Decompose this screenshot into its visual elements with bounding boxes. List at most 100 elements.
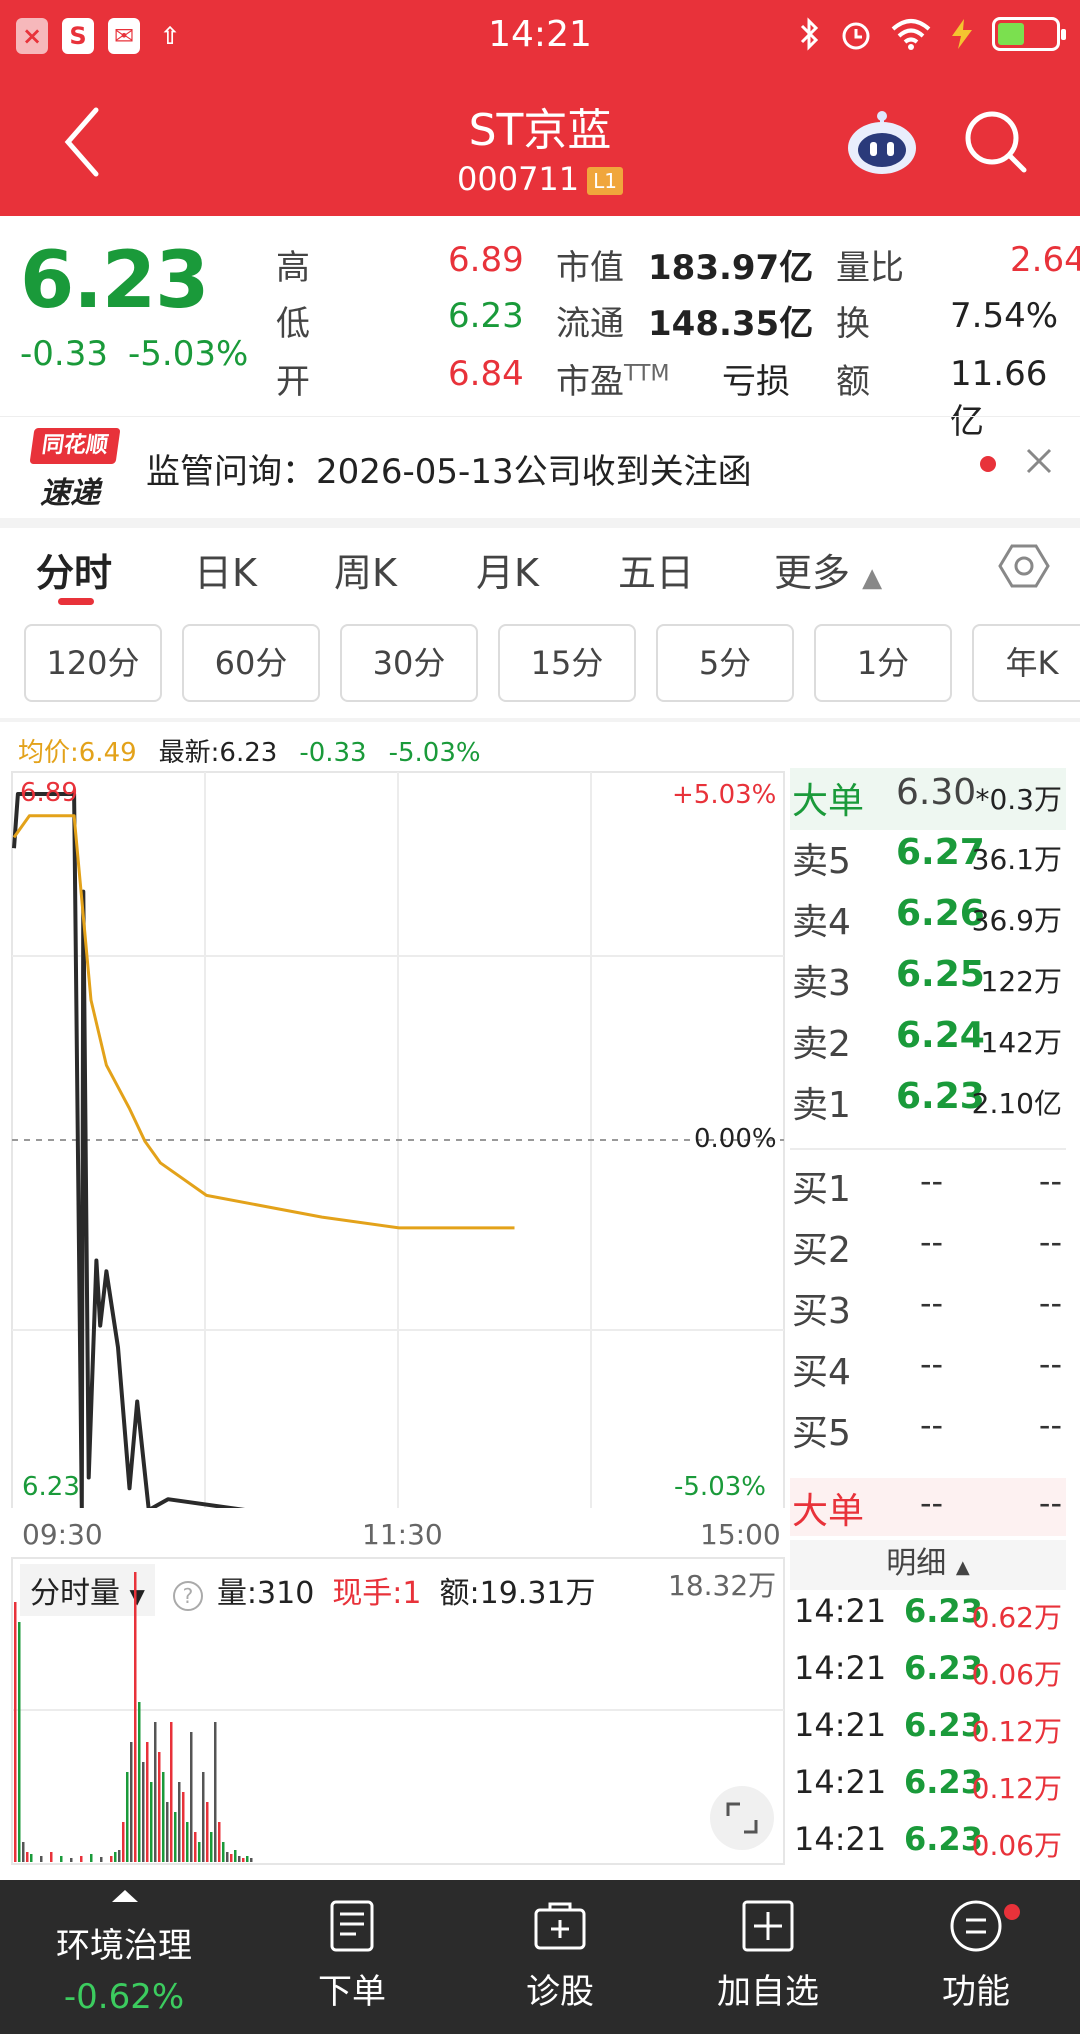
- triangle-up-icon: ▲: [862, 563, 883, 593]
- big-order-volume: *0.3万: [975, 783, 1062, 816]
- ask-label: 卖2: [792, 1024, 851, 1065]
- ask-volume: 122万: [980, 965, 1062, 998]
- tab-weekly-k[interactable]: 周K: [334, 542, 397, 597]
- bid-volume: --: [1038, 1223, 1062, 1261]
- chip-120min[interactable]: 120分: [24, 624, 162, 702]
- time-mid: 11:30: [362, 1518, 443, 1551]
- ask-row[interactable]: 卖4 6.26 36.9万: [790, 893, 1066, 953]
- volume-bar: [142, 1762, 145, 1862]
- functions-label: 功能: [942, 1972, 1010, 2012]
- close-icon[interactable]: [1022, 444, 1056, 478]
- ask-row[interactable]: 卖3 6.25 122万: [790, 954, 1066, 1014]
- ask-volume: 36.1万: [971, 843, 1062, 876]
- add-watchlist-button[interactable]: 加自选: [668, 1898, 868, 2013]
- price-change: -0.33 -5.03%: [20, 334, 248, 374]
- current-price: 6.23: [20, 236, 209, 326]
- price-line: [12, 792, 515, 1508]
- tab-five-day[interactable]: 五日: [618, 542, 694, 597]
- tab-more-label: 更多: [774, 551, 851, 595]
- time-start: 09:30: [22, 1518, 103, 1551]
- functions-button[interactable]: 功能: [876, 1898, 1076, 2013]
- news-headline[interactable]: 监管问询：2026-05-13公司收到关注函: [146, 444, 752, 493]
- order-button[interactable]: 下单: [252, 1898, 452, 2013]
- robot-assistant-icon[interactable]: [844, 106, 920, 176]
- fullscreen-icon[interactable]: [710, 1786, 774, 1850]
- bid-label: 买1: [792, 1169, 851, 1210]
- ticks-header-label: 明细: [886, 1546, 947, 1581]
- chip-1min[interactable]: 1分: [814, 624, 952, 702]
- tab-intraday[interactable]: 分时: [36, 542, 112, 597]
- volume-bar: [40, 1856, 43, 1862]
- bid-row[interactable]: 买1 -- --: [790, 1160, 1066, 1220]
- tick-row: 14:21 6.23 0.06万: [790, 1649, 1066, 1705]
- sector-change: -0.62%: [63, 1977, 185, 2017]
- volume-bar: [70, 1858, 73, 1862]
- low-label: 低: [276, 304, 310, 344]
- intraday-chart[interactable]: [0, 768, 790, 1508]
- tab-monthly-k[interactable]: 月K: [476, 542, 539, 597]
- axis-bottom-price: 6.23: [22, 1472, 80, 1502]
- chip-year-k[interactable]: 年K: [972, 624, 1080, 702]
- chip-5min[interactable]: 5分: [656, 624, 794, 702]
- bid-label: 买5: [792, 1413, 851, 1454]
- volume-bar: [90, 1854, 93, 1862]
- ask-price: 6.25: [896, 954, 985, 995]
- volume-bar: [26, 1852, 29, 1862]
- legend-avg: 均价:6.49: [18, 738, 137, 768]
- legend-latest: 最新:6.23: [158, 738, 278, 768]
- ask-row[interactable]: 卖2 6.24 142万: [790, 1015, 1066, 1075]
- ask-row[interactable]: 卖5 6.27 36.1万: [790, 832, 1066, 892]
- volume-bar: [198, 1842, 201, 1862]
- volume-bar: [234, 1850, 237, 1862]
- tick-volume: 0.06万: [971, 1829, 1062, 1862]
- volume-bar: [170, 1722, 173, 1862]
- change-value: -0.33: [20, 334, 108, 374]
- pe-label: 市盈TTM: [556, 354, 669, 403]
- bid-volume: --: [1038, 1406, 1062, 1444]
- ask-row[interactable]: 卖1 6.23 2.10亿: [790, 1076, 1066, 1136]
- tick-volume: 0.06万: [971, 1658, 1062, 1691]
- volume-bar: [178, 1782, 181, 1862]
- volume-bar: [18, 1622, 21, 1862]
- chip-15min[interactable]: 15分: [498, 624, 636, 702]
- pe-label-text: 市盈: [556, 362, 624, 402]
- volume-bar: [14, 1602, 17, 1862]
- volume-bar: [202, 1772, 205, 1862]
- bid-row[interactable]: 买5 -- --: [790, 1404, 1066, 1464]
- settings-icon[interactable]: [998, 540, 1050, 592]
- ask-label: 卖1: [792, 1085, 851, 1126]
- bid-row[interactable]: 买4 -- --: [790, 1343, 1066, 1403]
- bid-row[interactable]: 买3 -- --: [790, 1282, 1066, 1342]
- tab-daily-k[interactable]: 日K: [194, 542, 257, 597]
- chip-60min[interactable]: 60分: [182, 624, 320, 702]
- search-icon[interactable]: [962, 108, 1030, 176]
- bid-row[interactable]: 买2 -- --: [790, 1221, 1066, 1281]
- active-tab-indicator: [58, 598, 94, 605]
- volume-bar: [130, 1742, 133, 1862]
- battery-icon: [992, 17, 1066, 51]
- big-order-2-price: --: [920, 1484, 944, 1522]
- big-order-2-volume: --: [1038, 1484, 1062, 1522]
- ask-price: 6.24: [896, 1015, 985, 1056]
- sector-button[interactable]: 环境治理 -0.62%: [24, 1880, 224, 2017]
- volume-bar: [186, 1822, 189, 1862]
- news-logo-top: 同花顺: [29, 428, 121, 464]
- tab-more[interactable]: 更多 ▲: [774, 542, 882, 597]
- volume-bar: [150, 1782, 153, 1862]
- news-logo-bottom: 速递: [40, 476, 100, 511]
- chip-30min[interactable]: 30分: [340, 624, 478, 702]
- volume-bar: [118, 1850, 121, 1862]
- ask-volume: 36.9万: [971, 904, 1062, 937]
- high-label: 高: [276, 248, 310, 288]
- diagnose-button[interactable]: 诊股: [460, 1898, 660, 2013]
- float-label: 流通: [556, 304, 624, 344]
- diagnose-label: 诊股: [526, 1972, 594, 2012]
- volume-bar: [122, 1822, 125, 1862]
- volume-bar: [246, 1856, 249, 1862]
- bid-label: 买2: [792, 1230, 851, 1271]
- bid-label: 买4: [792, 1352, 851, 1393]
- ticks-header[interactable]: 明细 ▲: [790, 1540, 1066, 1590]
- triangle-up-icon: ▲: [955, 1557, 970, 1578]
- change-percent: -5.03%: [127, 334, 249, 374]
- volratio-value: 2.64: [1010, 240, 1080, 280]
